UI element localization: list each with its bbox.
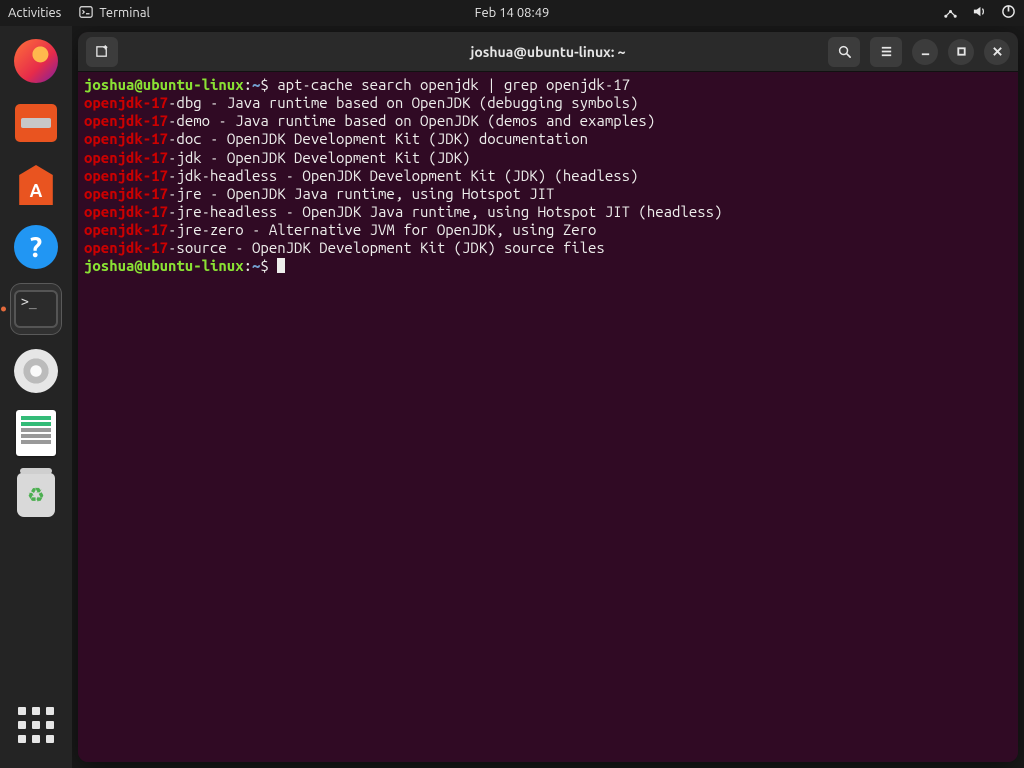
network-icon[interactable] [943, 4, 958, 22]
minimize-button[interactable] [912, 39, 938, 65]
terminal-line: openjdk-17-jdk - OpenJDK Development Kit… [84, 149, 1012, 167]
help-icon: ? [14, 225, 58, 269]
search-button[interactable] [828, 37, 860, 67]
terminal-line: joshua@ubuntu-linux:~$ [84, 257, 1012, 275]
new-tab-button[interactable] [86, 37, 118, 67]
maximize-button[interactable] [948, 39, 974, 65]
dock-disks[interactable] [11, 346, 61, 396]
window-title: joshua@ubuntu-linux: ~ [470, 44, 625, 60]
terminal-window: joshua@ubuntu-linux: ~ joshua@ubuntu-lin… [78, 32, 1018, 762]
dock-help[interactable]: ? [11, 222, 61, 272]
files-icon [15, 104, 57, 142]
terminal-line: openjdk-17-jre-zero - Alternative JVM fo… [84, 221, 1012, 239]
text-editor-icon [16, 410, 56, 456]
activities-button[interactable]: Activities [8, 6, 61, 20]
terminal-line: joshua@ubuntu-linux:~$ apt-cache search … [84, 76, 1012, 94]
terminal-line: openjdk-17-demo - Java runtime based on … [84, 112, 1012, 130]
app-menu[interactable]: Terminal [79, 5, 150, 22]
hamburger-menu-button[interactable] [870, 37, 902, 67]
close-button[interactable] [984, 39, 1010, 65]
terminal-line: openjdk-17-dbg - Java runtime based on O… [84, 94, 1012, 112]
firefox-icon [14, 39, 58, 83]
disc-icon [14, 349, 58, 393]
power-icon[interactable] [1001, 4, 1016, 22]
cursor [277, 258, 285, 273]
titlebar[interactable]: joshua@ubuntu-linux: ~ [78, 32, 1018, 72]
dock-firefox[interactable] [11, 36, 61, 86]
terminal-line: openjdk-17-jre - OpenJDK Java runtime, u… [84, 185, 1012, 203]
clock[interactable]: Feb 14 08:49 [475, 6, 550, 20]
dock: ? [0, 26, 72, 768]
show-apps-button[interactable] [11, 700, 61, 750]
terminal-line: openjdk-17-jdk-headless - OpenJDK Develo… [84, 167, 1012, 185]
terminal-small-icon [79, 5, 93, 22]
dock-trash[interactable] [11, 470, 61, 520]
top-bar: Activities Terminal Feb 14 08:49 [0, 0, 1024, 26]
dock-text-editor[interactable] [11, 408, 61, 458]
terminal-body[interactable]: joshua@ubuntu-linux:~$ apt-cache search … [78, 72, 1018, 762]
terminal-line: openjdk-17-source - OpenJDK Development … [84, 239, 1012, 257]
dock-terminal[interactable] [11, 284, 61, 334]
terminal-line: openjdk-17-jre-headless - OpenJDK Java r… [84, 203, 1012, 221]
software-center-icon [15, 165, 57, 205]
trash-icon [17, 473, 55, 517]
terminal-icon [14, 290, 58, 328]
dock-files[interactable] [11, 98, 61, 148]
app-menu-label: Terminal [99, 6, 150, 20]
dock-software[interactable] [11, 160, 61, 210]
volume-icon[interactable] [972, 4, 987, 22]
terminal-line: openjdk-17-doc - OpenJDK Development Kit… [84, 130, 1012, 148]
